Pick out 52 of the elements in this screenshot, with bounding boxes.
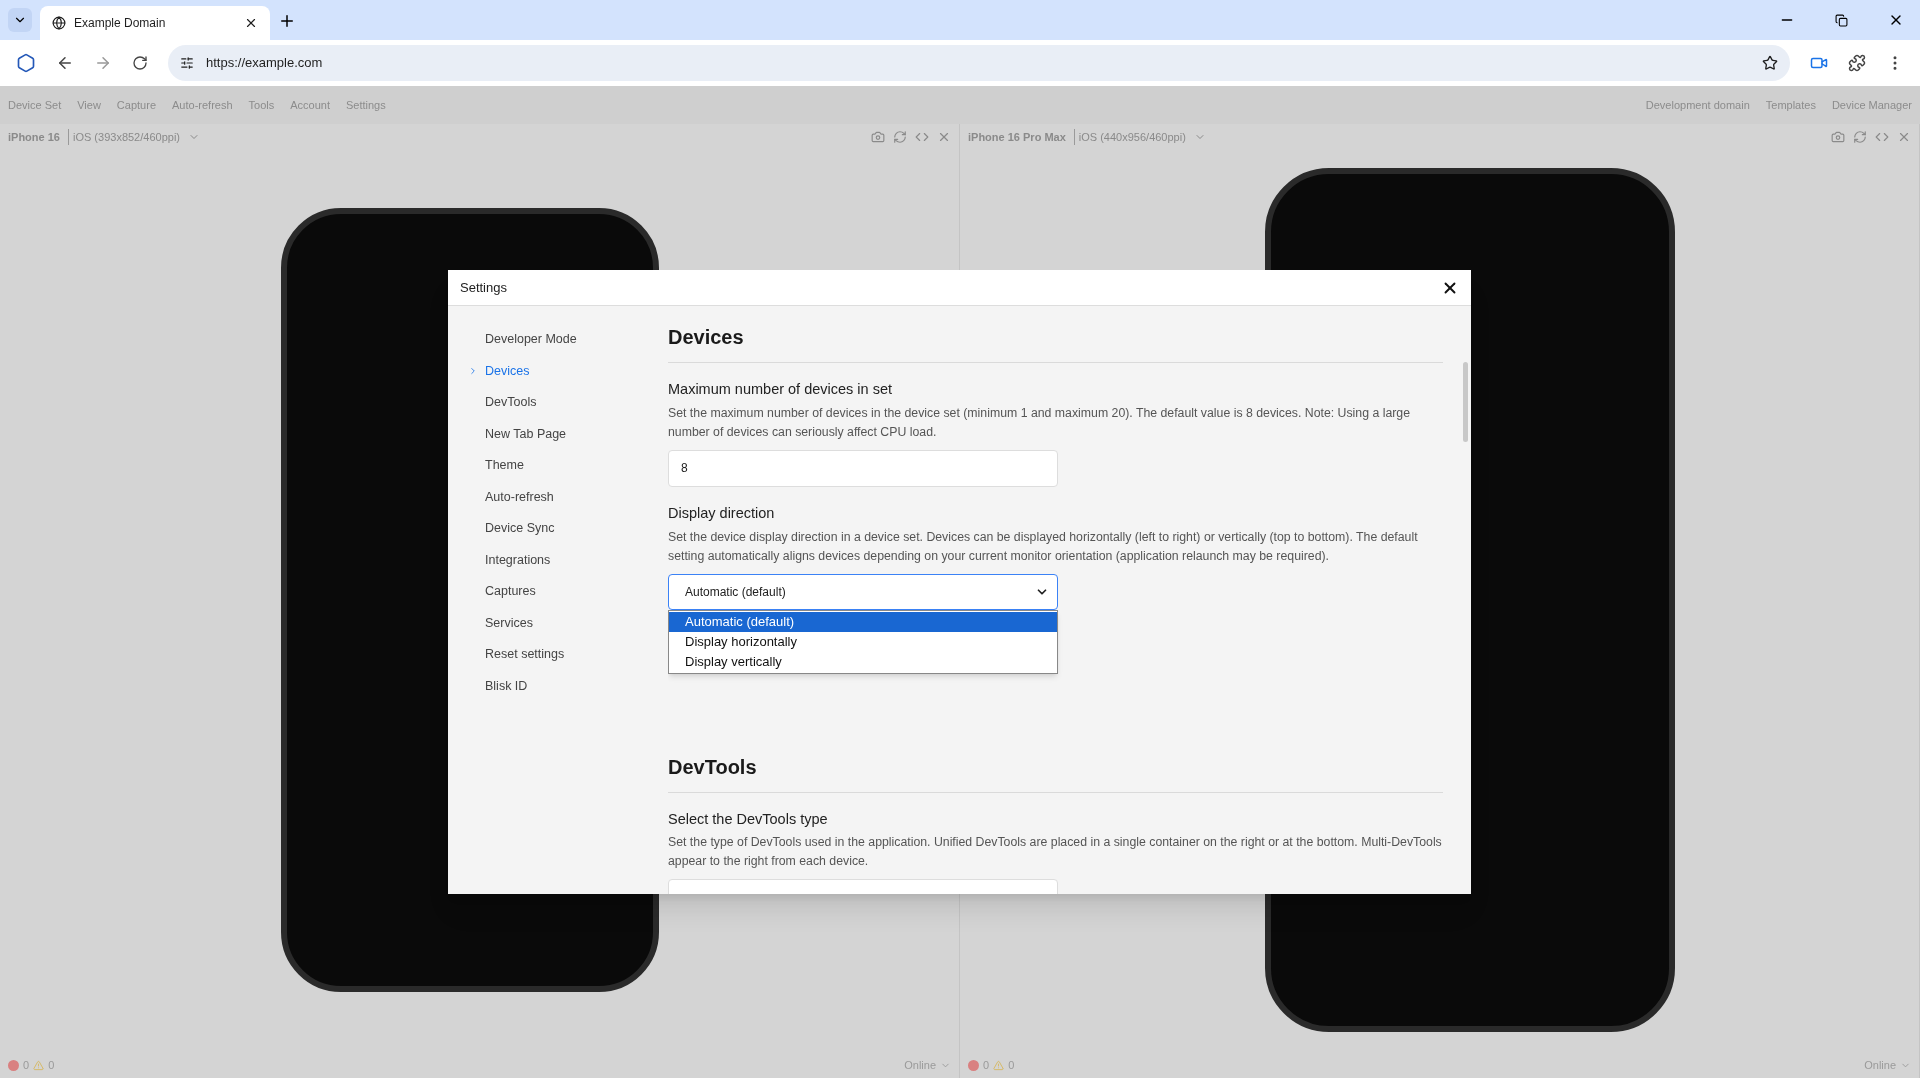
nav-item[interactable]: Developer Mode bbox=[468, 324, 668, 356]
nav-item[interactable]: Reset settings bbox=[468, 639, 668, 671]
hexagon-icon[interactable] bbox=[16, 53, 36, 73]
chevron-icon bbox=[468, 366, 478, 377]
dropdown-option[interactable]: Display horizontally bbox=[669, 631, 1057, 652]
nav-item[interactable]: Devices bbox=[468, 355, 668, 387]
back-icon[interactable] bbox=[56, 54, 74, 72]
camera-icon[interactable] bbox=[871, 130, 885, 144]
refresh-icon[interactable] bbox=[1853, 130, 1867, 144]
nav-item[interactable]: Integrations bbox=[468, 544, 668, 576]
code-icon[interactable] bbox=[1875, 130, 1889, 144]
globe-icon bbox=[52, 16, 66, 30]
setting-label: Display direction bbox=[668, 503, 776, 523]
tab-list-button[interactable] bbox=[8, 8, 32, 32]
setting-description: Set the device display direction in a device set. Devices can be displayed horizontally (left to right) or vertically (top to bottom). The default setting automatically aligns devices depending on your current monitor orientation (application relaunch may be required). bbox=[668, 528, 1419, 565]
direction-select[interactable]: Automatic (default) bbox=[668, 573, 1058, 610]
nav-item[interactable]: DevTools bbox=[468, 387, 668, 419]
nav-item[interactable]: Theme bbox=[468, 450, 668, 482]
section-title: Devices bbox=[668, 306, 1443, 363]
setting-description: Set the maximum number of devices in the device set (minimum 1 and maximum 20). The default value is 8 devices. Note: Using a large number of devices can seriously affect CPU load. bbox=[668, 404, 1412, 441]
setting-description: Set the type of DevTools used in the application. Unified DevTools are placed in a single container on the right or at the bottom. Multi-DevTools appear to the right from each device. bbox=[668, 834, 1443, 871]
device-info: iOS (440x956/460ppi) bbox=[1073, 128, 1186, 146]
close-icon[interactable] bbox=[244, 16, 258, 30]
dropdown-option[interactable]: Display vertically bbox=[669, 651, 1057, 672]
nav-item[interactable]: Blisk ID bbox=[468, 670, 668, 702]
new-tab-icon[interactable] bbox=[278, 12, 296, 30]
code-icon[interactable] bbox=[915, 130, 929, 144]
warning-icon bbox=[33, 1059, 45, 1071]
refresh-icon[interactable] bbox=[893, 130, 907, 144]
error-icon bbox=[968, 1059, 979, 1071]
nav-item[interactable]: Device Sync bbox=[468, 513, 668, 545]
nav-item[interactable]: Services bbox=[468, 607, 668, 639]
device-info: iOS (393x852/460ppi) bbox=[67, 128, 180, 146]
setting-label: Maximum number of devices in set bbox=[668, 380, 894, 399]
setting-label: Select the DevTools type bbox=[668, 809, 829, 829]
dropdown-option[interactable]: Automatic (default) bbox=[669, 611, 1057, 632]
error-icon bbox=[8, 1059, 19, 1071]
warning-icon bbox=[993, 1059, 1005, 1071]
camera-icon[interactable] bbox=[1831, 130, 1845, 144]
nav-item[interactable]: Auto-refresh bbox=[468, 481, 668, 513]
extensions-icon[interactable] bbox=[1848, 54, 1866, 72]
reload-icon[interactable] bbox=[132, 55, 148, 71]
browser-tab[interactable]: Example Domain bbox=[40, 6, 270, 40]
nav-item[interactable]: New Tab Page bbox=[468, 418, 668, 450]
restore-icon[interactable] bbox=[1835, 14, 1848, 27]
dialog-title: Settings bbox=[460, 278, 508, 297]
address-bar[interactable]: https://example.com bbox=[168, 45, 1790, 81]
scrollbar-thumb[interactable] bbox=[1463, 362, 1468, 442]
nav-item[interactable]: Captures bbox=[468, 576, 668, 608]
section-title: DevTools bbox=[668, 735, 1443, 793]
number-field[interactable]: 8 bbox=[668, 449, 1058, 487]
forward-icon[interactable] bbox=[94, 54, 112, 72]
